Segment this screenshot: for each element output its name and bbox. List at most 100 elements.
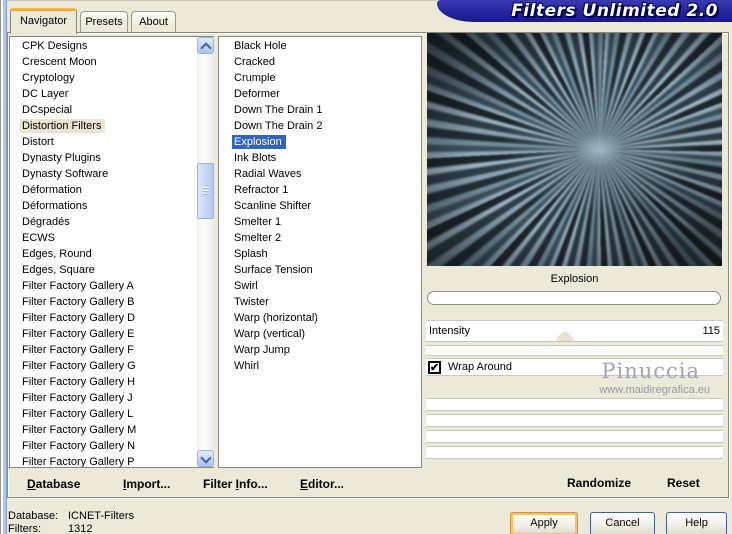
list-item[interactable]: Déformations [10,199,213,215]
cancel-button[interactable]: Cancel [590,512,655,534]
list-item-label: Filter Factory Gallery J [22,392,133,404]
list-item[interactable]: Scanline Shifter [219,199,421,215]
list-item-label: Filter Factory Gallery D [22,312,136,324]
filters-count-label: Filters: [8,523,41,534]
list-item[interactable]: Swirl [219,279,421,295]
list-item-label: Swirl [234,280,258,292]
list-item[interactable]: Refractor 1 [219,183,421,199]
list-item[interactable]: Filter Factory Gallery P [10,455,213,467]
list-item[interactable]: Filter Factory Gallery D [10,311,213,327]
intensity-slider-thumb[interactable] [556,332,574,340]
randomize-button[interactable]: Randomize [567,476,631,490]
list-item[interactable]: Filter Factory Gallery F [10,343,213,359]
list-item[interactable]: Down The Drain 1 [219,103,421,119]
wrap-around-checkbox[interactable] [428,360,441,377]
scroll-down-icon[interactable] [197,450,214,467]
list-item[interactable]: Whirl [219,359,421,375]
list-item[interactable]: Filter Factory Gallery J [10,391,213,407]
tab-navigator-label: Navigator [19,15,68,27]
list-item[interactable]: Filter Factory Gallery B [10,295,213,311]
menu-label-key: D [27,477,36,491]
list-item[interactable]: Crescent Moon [10,55,213,71]
list-item[interactable]: DC Layer [10,87,213,103]
list-item[interactable]: Smelter 2 [219,231,421,247]
list-item[interactable]: Distort [10,135,213,151]
list-item[interactable]: Crumple [219,71,421,87]
list-item-label: Surface Tension [234,264,313,276]
filter-info-menu-button[interactable]: Filter Info... [203,477,268,491]
category-scrollbar[interactable] [197,37,214,467]
scroll-up-icon[interactable] [197,37,214,54]
list-item-label: Cracked [234,56,275,68]
editor-menu-button[interactable]: Editor... [300,477,344,491]
list-item-label: Warp Jump [234,344,290,356]
database-status-value: ICNET-Filters [68,510,134,522]
list-item[interactable]: Filter Factory Gallery A [10,279,213,295]
list-item[interactable]: Dynasty Software [10,167,213,183]
reset-button[interactable]: Reset [667,476,700,490]
app-title: Filters Unlimited 2.0 [511,1,718,21]
database-menu-button[interactable]: Database [27,477,80,491]
tab-about[interactable]: About [131,11,176,32]
list-item[interactable]: Edges, Square [10,263,213,279]
list-item[interactable]: CPK Designs [10,39,213,55]
menu-label-part: nfo... [239,477,268,491]
help-button[interactable]: Help [666,512,727,534]
list-item-label: Distort [22,136,54,148]
list-item[interactable]: Filter Factory Gallery G [10,359,213,375]
scrollbar-thumb[interactable] [197,163,214,219]
category-listbox[interactable]: CPK Designs Crescent Moon Cryptology DC Lay… [9,36,214,468]
intensity-slider-row[interactable]: Intensity 115 [426,320,723,342]
list-item-label: Explosion [232,135,286,149]
list-item[interactable]: Filter Factory Gallery E [10,327,213,343]
list-item[interactable]: ECWS [10,231,213,247]
list-item-label: Warp (vertical) [234,328,306,340]
list-item[interactable]: Warp Jump [219,343,421,359]
import-menu-button[interactable]: Import... [123,477,170,491]
list-item[interactable]: Déformation [10,183,213,199]
list-item[interactable]: Radial Waves [219,167,421,183]
list-item[interactable]: Explosion [219,135,421,151]
list-item[interactable]: Edges, Round [10,247,213,263]
list-item-label: Crescent Moon [22,56,97,68]
list-item-label: Refractor 1 [234,184,289,196]
intensity-label: Intensity [429,325,470,337]
list-item[interactable]: Twister [219,295,421,311]
filter-listbox[interactable]: Black Hole Cracked Crumple Deformer Down The… [218,36,422,468]
list-item[interactable]: Distortion Filters [10,119,213,135]
list-item[interactable]: DCspecial [10,103,213,119]
list-item[interactable]: Down The Drain 2 [219,119,421,135]
list-item[interactable]: Splash [219,247,421,263]
list-item[interactable]: Dynasty Plugins [10,151,213,167]
list-item[interactable]: Filter Factory Gallery M [10,423,213,439]
list-item[interactable]: Smelter 1 [219,215,421,231]
list-item[interactable]: Cryptology [10,71,213,87]
list-item-label: Dégradés [22,216,70,228]
list-item[interactable]: Deformer [219,87,421,103]
list-item-label: Déformation [22,184,82,196]
list-item[interactable]: Surface Tension [219,263,421,279]
menu-label-part: mport... [126,477,171,491]
menu-label-key: E [300,477,309,491]
list-item-label: Cryptology [22,72,75,84]
tab-navigator[interactable]: Navigator [10,8,77,34]
top-border-line [7,0,437,1]
apply-button[interactable]: Apply [510,512,578,534]
list-item[interactable]: Filter Factory Gallery H [10,375,213,391]
list-item[interactable]: Black Hole [219,39,421,55]
list-item[interactable]: Filter Factory Gallery L [10,407,213,423]
list-item[interactable]: Ink Blots [219,151,421,167]
list-item[interactable]: Filter Factory Gallery N [10,439,213,455]
progress-track [427,291,721,305]
parameter-row-empty [426,430,723,443]
list-item[interactable]: Warp (horizontal) [219,311,421,327]
list-item-label: Radial Waves [234,168,302,180]
tab-presets[interactable]: Presets [80,11,128,32]
list-item[interactable]: Dégradés [10,215,213,231]
menu-label-part: ditor... [308,477,345,491]
explosion-effect-image [427,33,722,266]
list-item[interactable]: Cracked [219,55,421,71]
list-item-label: Warp (horizontal) [234,312,318,324]
list-item-label: Ink Blots [234,152,277,164]
list-item[interactable]: Warp (vertical) [219,327,421,343]
